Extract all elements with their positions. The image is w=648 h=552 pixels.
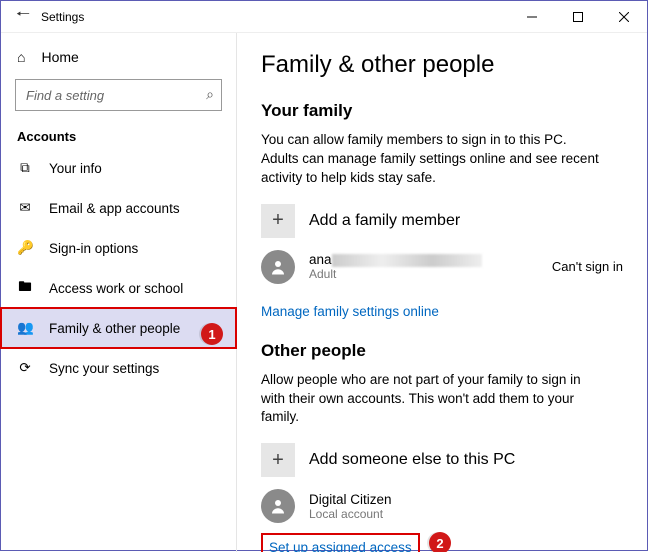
person-status: Can't sign in	[552, 259, 623, 274]
nav-email-accounts[interactable]: ✉ Email & app accounts	[1, 188, 236, 228]
plus-icon: +	[261, 204, 295, 238]
annotation-2: 2	[429, 532, 451, 552]
person-name: Digital Citizen	[309, 492, 623, 507]
nav-label: Access work or school	[49, 281, 183, 296]
family-person-row[interactable]: ana Adult Can't sign in	[261, 250, 623, 284]
nav-label: Email & app accounts	[49, 201, 180, 216]
main-content: Family & other people Your family You ca…	[237, 33, 647, 552]
nav-work-school[interactable]: 🖿 Access work or school	[1, 268, 236, 308]
close-button[interactable]	[601, 1, 647, 33]
nav-label: Family & other people	[49, 321, 180, 336]
annotation-1: 1	[201, 323, 223, 345]
assigned-access-link[interactable]: Set up assigned access	[269, 540, 412, 552]
other-desc: Allow people who are not part of your fa…	[261, 371, 601, 428]
nav-label: Sync your settings	[49, 361, 159, 376]
family-heading: Your family	[261, 101, 623, 121]
home-nav[interactable]: ⌂ Home	[1, 39, 236, 75]
sidebar: ⌂ Home ⌕ Accounts ⧉ Your info ✉ Email & …	[1, 33, 237, 552]
search-box[interactable]: ⌕	[15, 79, 222, 111]
add-family-label: Add a family member	[309, 212, 460, 230]
add-family-member[interactable]: + Add a family member	[261, 204, 623, 238]
plus-icon: +	[261, 443, 295, 477]
add-other-user[interactable]: + Add someone else to this PC	[261, 443, 623, 477]
nav-family-other[interactable]: 👥 Family & other people	[1, 308, 236, 348]
manage-family-link[interactable]: Manage family settings online	[261, 304, 439, 319]
person-role: Adult	[309, 267, 538, 281]
people-icon: 👥	[17, 320, 33, 336]
back-button[interactable]: 🠐	[9, 3, 37, 30]
nav-sync-settings[interactable]: ⟳ Sync your settings	[1, 348, 236, 388]
search-icon: ⌕	[206, 86, 214, 103]
add-other-label: Add someone else to this PC	[309, 451, 515, 469]
nav-label: Your info	[49, 161, 102, 176]
minimize-button[interactable]	[509, 1, 555, 33]
avatar-icon	[261, 250, 295, 284]
home-label: Home	[41, 49, 78, 65]
person-name: ana	[309, 252, 538, 267]
other-heading: Other people	[261, 341, 623, 361]
family-desc: You can allow family members to sign in …	[261, 131, 601, 188]
maximize-button[interactable]	[555, 1, 601, 33]
sync-icon: ⟳	[17, 360, 33, 376]
home-icon: ⌂	[17, 49, 25, 65]
assigned-access-highlight: Set up assigned access	[261, 533, 420, 552]
window-title: Settings	[37, 10, 509, 24]
nav-your-info[interactable]: ⧉ Your info	[1, 148, 236, 188]
search-input[interactable]	[15, 79, 222, 111]
avatar-icon	[261, 489, 295, 523]
nav-label: Sign-in options	[49, 241, 138, 256]
nav-signin-options[interactable]: 🔑 Sign-in options	[1, 228, 236, 268]
section-header: Accounts	[1, 119, 236, 148]
briefcase-icon: 🖿	[17, 277, 33, 300]
other-person-row[interactable]: Digital Citizen Local account	[261, 489, 623, 523]
mail-icon: ✉	[17, 200, 33, 216]
titlebar: 🠐 Settings	[1, 1, 647, 33]
page-title: Family & other people	[261, 51, 623, 79]
person-card-icon: ⧉	[17, 160, 33, 176]
key-icon: 🔑	[17, 240, 33, 256]
person-role: Local account	[309, 507, 623, 521]
